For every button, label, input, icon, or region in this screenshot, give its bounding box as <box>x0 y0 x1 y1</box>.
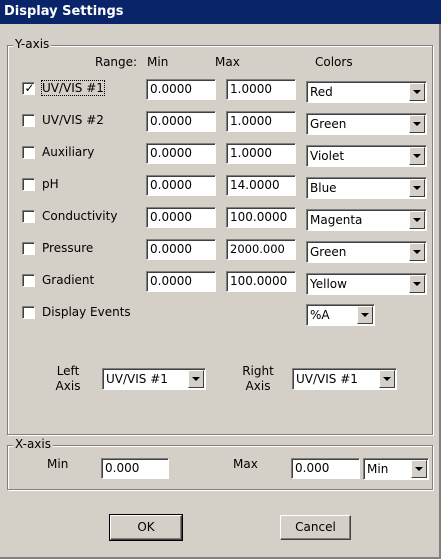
label-gradient: Gradient <box>42 273 95 287</box>
dropdown-arrow-icon[interactable] <box>409 243 425 261</box>
right-axis-value: UV/VIS #1 <box>296 372 358 386</box>
color-value: Yellow <box>310 277 347 291</box>
dropdown-arrow-icon[interactable] <box>409 275 425 293</box>
x-min-input[interactable]: 0.000 <box>101 458 169 479</box>
label-pressure: Pressure <box>42 241 94 255</box>
color-select-uvvis1[interactable]: Red <box>306 81 427 103</box>
dropdown-arrow-icon[interactable] <box>379 370 395 388</box>
min-input-gradient[interactable]: 0.0000 <box>146 271 216 292</box>
x-unit-select[interactable]: Min <box>363 458 429 480</box>
max-input-uvvis1[interactable]: 1.0000 <box>226 79 296 100</box>
max-input-pressure[interactable]: 2000.000 <box>226 239 296 260</box>
max-input-uvvis2[interactable]: 1.0000 <box>226 111 296 132</box>
right-axis-label-line2: Axis <box>245 379 271 393</box>
y-axis-group-label: Y-axis <box>13 37 52 51</box>
label-auxiliary: Auxiliary <box>42 145 95 159</box>
min-header: Min <box>147 55 169 69</box>
right-axis-label-line1: Right <box>242 364 274 378</box>
dropdown-arrow-icon[interactable] <box>409 179 425 197</box>
checkbox-uvvis2[interactable] <box>22 114 35 127</box>
label-uvvis1[interactable]: UV/VIS #1 <box>41 80 105 96</box>
check-mark-icon: ✓ <box>24 81 35 95</box>
color-value: Green <box>310 245 347 259</box>
max-input-auxiliary[interactable]: 1.0000 <box>226 143 296 164</box>
x-min-label: Min <box>47 457 69 471</box>
left-axis-select[interactable]: UV/VIS #1 <box>102 368 206 390</box>
dropdown-arrow-icon[interactable] <box>409 115 425 133</box>
color-select-ph[interactable]: Blue <box>306 177 427 199</box>
label-conductivity: Conductivity <box>42 209 118 223</box>
events-select[interactable]: %A <box>306 304 375 326</box>
checkbox-pressure[interactable] <box>22 242 35 255</box>
checkbox-auxiliary[interactable] <box>22 146 35 159</box>
min-input-uvvis1[interactable]: 0.0000 <box>146 79 216 100</box>
label-uvvis2: UV/VIS #2 <box>42 113 104 127</box>
checkbox-display-events[interactable] <box>22 306 35 319</box>
min-input-ph[interactable]: 0.0000 <box>146 175 216 196</box>
events-value: %A <box>310 308 330 322</box>
label-display-events: Display Events <box>42 305 131 319</box>
right-axis-select[interactable]: UV/VIS #1 <box>292 368 397 390</box>
max-input-gradient[interactable]: 100.0000 <box>226 271 296 292</box>
max-header: Max <box>215 55 240 69</box>
color-select-gradient[interactable]: Yellow <box>306 273 427 295</box>
color-value: Red <box>310 85 333 99</box>
checkbox-ph[interactable] <box>22 178 35 191</box>
min-input-uvvis2[interactable]: 0.0000 <box>146 111 216 132</box>
dropdown-arrow-icon[interactable] <box>409 83 425 101</box>
left-axis-label-line2: Axis <box>55 379 81 393</box>
x-axis-group-label: X-axis <box>13 437 53 451</box>
color-select-auxiliary[interactable]: Violet <box>306 145 427 167</box>
label-ph: pH <box>42 177 59 191</box>
min-input-conductivity[interactable]: 0.0000 <box>146 207 216 228</box>
checkbox-conductivity[interactable] <box>22 210 35 223</box>
left-axis-label-line1: Left <box>56 364 80 378</box>
color-value: Blue <box>310 181 337 195</box>
color-select-pressure[interactable]: Green <box>306 241 427 263</box>
dropdown-arrow-icon[interactable] <box>357 306 373 324</box>
dropdown-arrow-icon[interactable] <box>411 460 427 478</box>
checkbox-uvvis1[interactable]: ✓ <box>22 81 35 95</box>
x-max-input[interactable]: 0.000 <box>291 458 360 479</box>
color-select-conductivity[interactable]: Magenta <box>306 209 427 231</box>
x-max-label: Max <box>233 457 258 471</box>
display-settings-dialog: Y-axis Range: Min Max Colors ✓ UV/VIS #1… <box>0 24 441 559</box>
color-value: Green <box>310 117 347 131</box>
min-input-pressure[interactable]: 0.0000 <box>146 239 216 260</box>
color-value: Magenta <box>310 213 363 227</box>
dropdown-arrow-icon[interactable] <box>409 211 425 229</box>
ok-button[interactable]: OK <box>109 514 183 541</box>
min-input-auxiliary[interactable]: 0.0000 <box>146 143 216 164</box>
max-input-ph[interactable]: 14.0000 <box>226 175 296 196</box>
color-select-uvvis2[interactable]: Green <box>306 113 427 135</box>
dropdown-arrow-icon[interactable] <box>409 147 425 165</box>
left-axis-value: UV/VIS #1 <box>106 372 168 386</box>
checkbox-gradient[interactable] <box>22 274 35 287</box>
range-header: Range: <box>95 55 138 69</box>
cancel-button[interactable]: Cancel <box>280 515 351 540</box>
dropdown-arrow-icon[interactable] <box>188 370 204 388</box>
title-bar: Display Settings <box>0 0 441 24</box>
color-value: Violet <box>310 149 345 163</box>
colors-header: Colors <box>315 55 353 69</box>
max-input-conductivity[interactable]: 100.0000 <box>226 207 296 228</box>
x-unit-value: Min <box>367 462 389 476</box>
